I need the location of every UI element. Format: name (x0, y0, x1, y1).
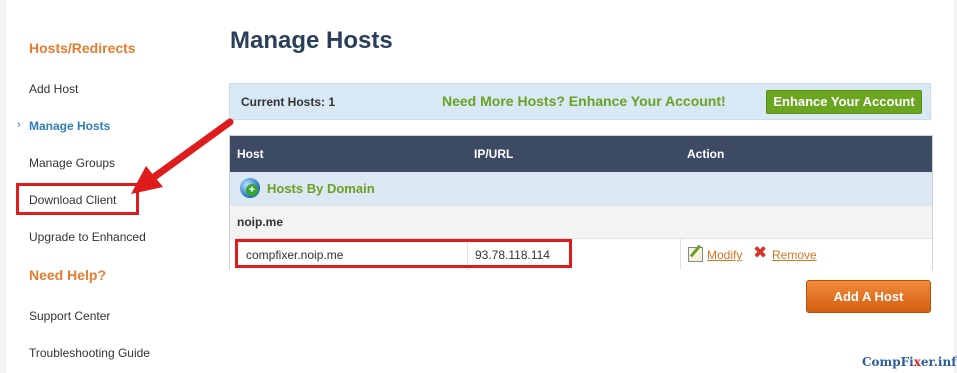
arrow-shaft (146, 118, 234, 184)
watermark-part3: er.info (920, 355, 957, 369)
annotation-arrow-icon (131, 118, 234, 194)
watermark: CompFixer.info (862, 355, 957, 369)
watermark-part1: CompFi (862, 355, 914, 369)
watermark-part2: x (913, 355, 921, 369)
